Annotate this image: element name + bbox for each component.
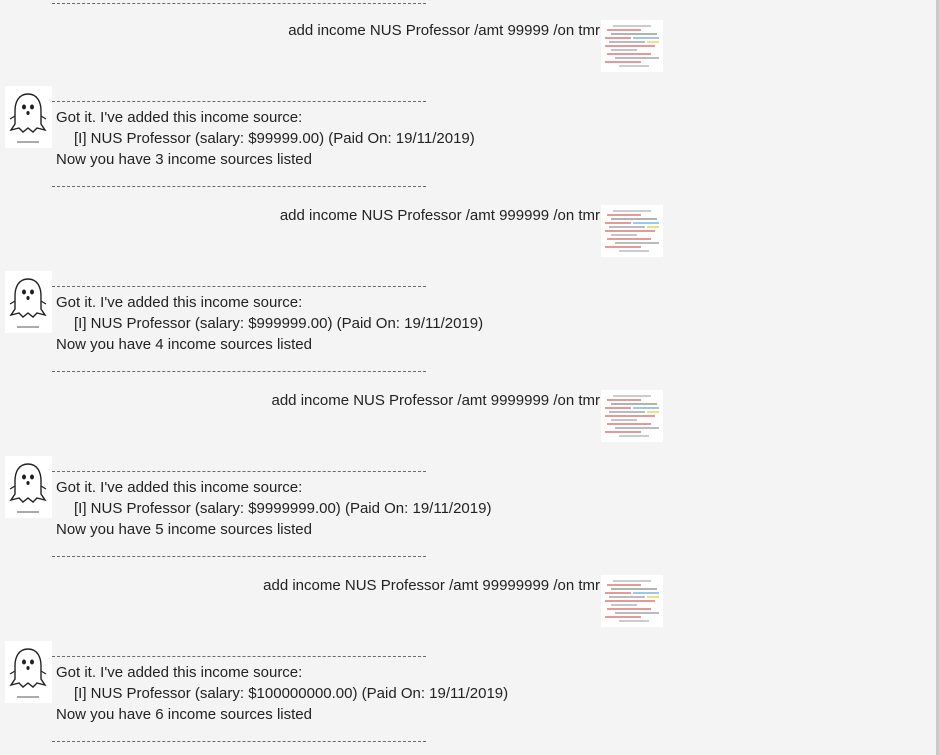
bot-reply-line: Got it. I've added this income source: (56, 664, 303, 681)
bot-reply-line: [I] NUS Professor (salary: $100000000.00… (74, 685, 509, 702)
user-avatar (601, 20, 663, 72)
separator (52, 556, 426, 558)
bot-reply-line: [I] NUS Professor (salary: $9999999.00) … (74, 500, 492, 517)
separator (52, 471, 426, 473)
user-avatar (601, 575, 663, 627)
bot-reply-line: [I] NUS Professor (salary: $99999.00) (P… (74, 130, 475, 147)
bot-avatar (5, 271, 52, 333)
user-message: add income NUS Professor /amt 9999999 /o… (271, 392, 601, 409)
bot-reply-line: Now you have 4 income sources listed (56, 336, 312, 353)
ghost-icon (5, 641, 52, 703)
user-message: add income NUS Professor /amt 99999999 /… (263, 577, 600, 594)
bot-reply-line: Got it. I've added this income source: (56, 294, 303, 311)
bot-avatar (5, 456, 52, 518)
separator (52, 186, 426, 188)
separator (52, 741, 426, 743)
separator (52, 101, 426, 103)
user-avatar (601, 390, 663, 442)
separator (52, 286, 426, 288)
ghost-icon (5, 271, 52, 333)
user-message: add income NUS Professor /amt 999999 /on… (279, 207, 600, 224)
separator (52, 656, 426, 658)
user-avatar (601, 205, 663, 257)
ghost-icon (5, 86, 52, 148)
ghost-icon (5, 456, 52, 518)
separator-top (52, 3, 426, 5)
bot-reply-line: Now you have 6 income sources listed (56, 706, 312, 723)
user-message: add income NUS Professor /amt 99999 /on … (288, 22, 600, 39)
bot-avatar (5, 86, 52, 148)
bot-reply-line: Got it. I've added this income source: (56, 479, 303, 496)
bot-reply-line: Now you have 3 income sources listed (56, 151, 312, 168)
bot-avatar (5, 641, 52, 703)
bot-reply-line: Got it. I've added this income source: (56, 109, 303, 126)
separator (52, 371, 426, 373)
bot-reply-line: Now you have 5 income sources listed (56, 521, 312, 538)
bot-reply-line: [I] NUS Professor (salary: $999999.00) (… (74, 315, 484, 332)
